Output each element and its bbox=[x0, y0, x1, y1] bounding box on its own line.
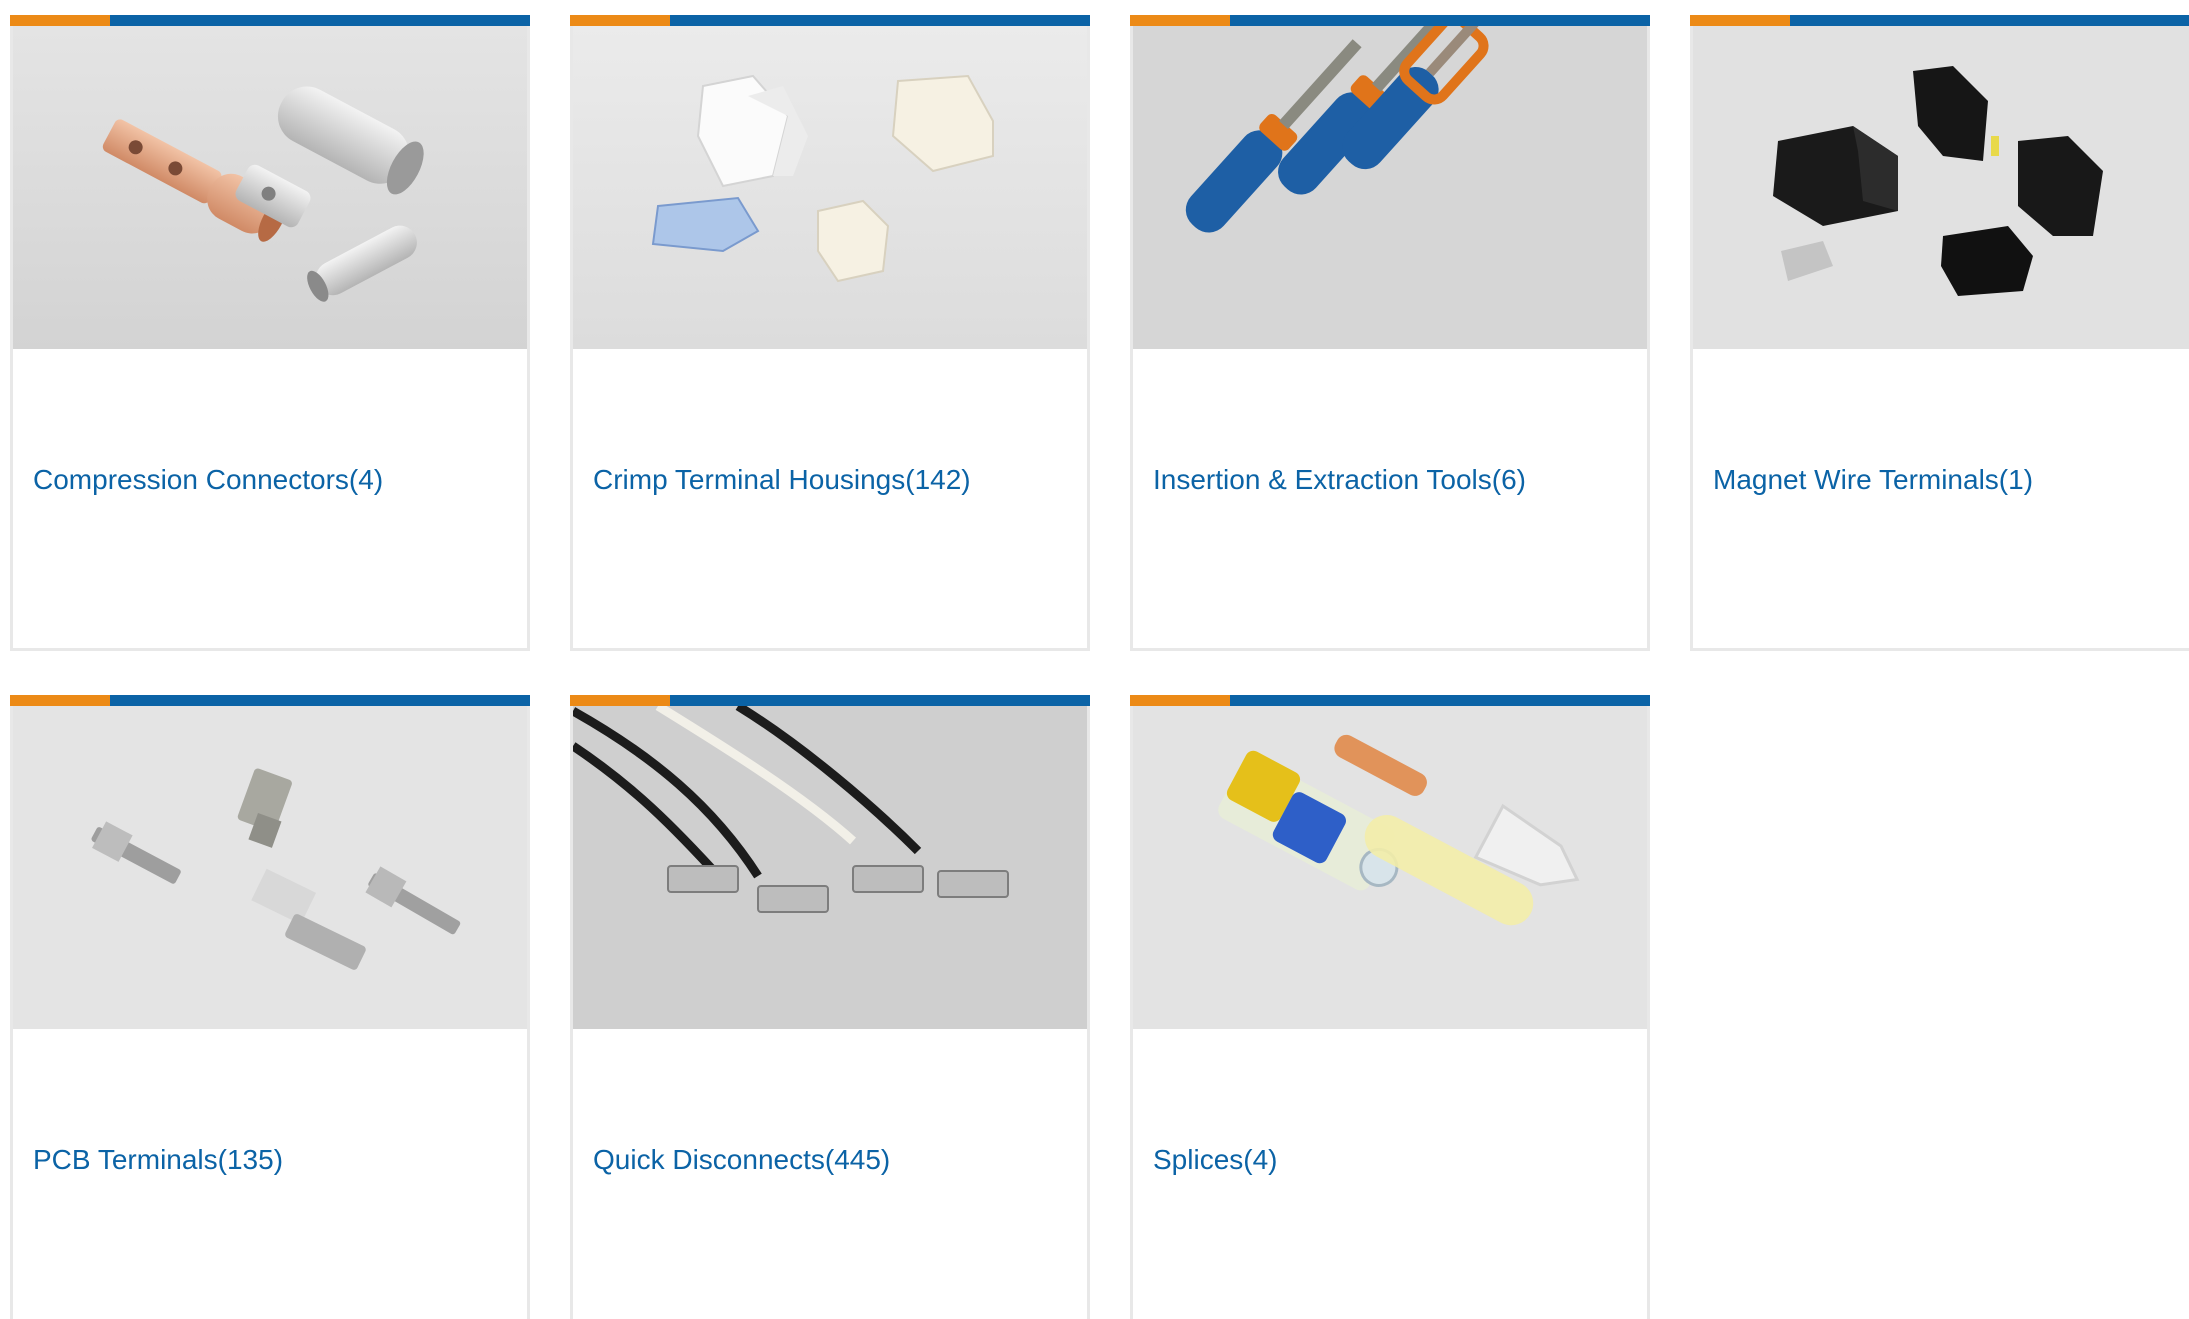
category-card-crimp-terminal-housings[interactable]: Crimp Terminal Housings(142) bbox=[570, 15, 1090, 651]
card-accent-bar bbox=[10, 695, 530, 706]
card-accent-bar bbox=[1130, 15, 1650, 26]
category-card-quick-disconnects[interactable]: Quick Disconnects(445) bbox=[570, 695, 1090, 1319]
category-link-splices[interactable]: Splices(4) bbox=[1153, 1144, 1278, 1176]
category-card-splices[interactable]: Splices(4) bbox=[1130, 695, 1650, 1319]
crimp-terminal-housings-photo[interactable] bbox=[573, 26, 1087, 349]
category-card-magnet-wire-terminals[interactable]: Magnet Wire Terminals(1) bbox=[1690, 15, 2189, 651]
category-link-quick-disconnects[interactable]: Quick Disconnects(445) bbox=[593, 1144, 890, 1176]
category-card-insertion-extraction-tools[interactable]: Insertion & Extraction Tools(6) bbox=[1130, 15, 1650, 651]
magnet-wire-terminals-photo[interactable] bbox=[1693, 26, 2189, 349]
card-accent-bar bbox=[10, 15, 530, 26]
card-accent-bar bbox=[570, 695, 1090, 706]
category-link-crimp-terminal-housings[interactable]: Crimp Terminal Housings(142) bbox=[593, 464, 971, 496]
category-card-compression-connectors[interactable]: Compression Connectors(4) bbox=[10, 15, 530, 651]
category-grid: Compression Connectors(4) Crimp Terminal… bbox=[0, 0, 2189, 1319]
category-link-magnet-wire-terminals[interactable]: Magnet Wire Terminals(1) bbox=[1713, 464, 2033, 496]
category-link-pcb-terminals[interactable]: PCB Terminals(135) bbox=[33, 1144, 283, 1176]
quick-disconnects-photo[interactable] bbox=[573, 706, 1087, 1029]
category-link-compression-connectors[interactable]: Compression Connectors(4) bbox=[33, 464, 383, 496]
card-accent-bar bbox=[570, 15, 1090, 26]
category-link-insertion-extraction-tools[interactable]: Insertion & Extraction Tools(6) bbox=[1153, 464, 1526, 496]
card-accent-bar bbox=[1690, 15, 2189, 26]
compression-connectors-photo[interactable] bbox=[13, 26, 527, 349]
insertion-extraction-tools-photo[interactable] bbox=[1133, 26, 1647, 349]
splices-photo[interactable] bbox=[1133, 706, 1647, 1029]
card-accent-bar bbox=[1130, 695, 1650, 706]
category-card-pcb-terminals[interactable]: PCB Terminals(135) bbox=[10, 695, 530, 1319]
pcb-terminals-photo[interactable] bbox=[13, 706, 527, 1029]
